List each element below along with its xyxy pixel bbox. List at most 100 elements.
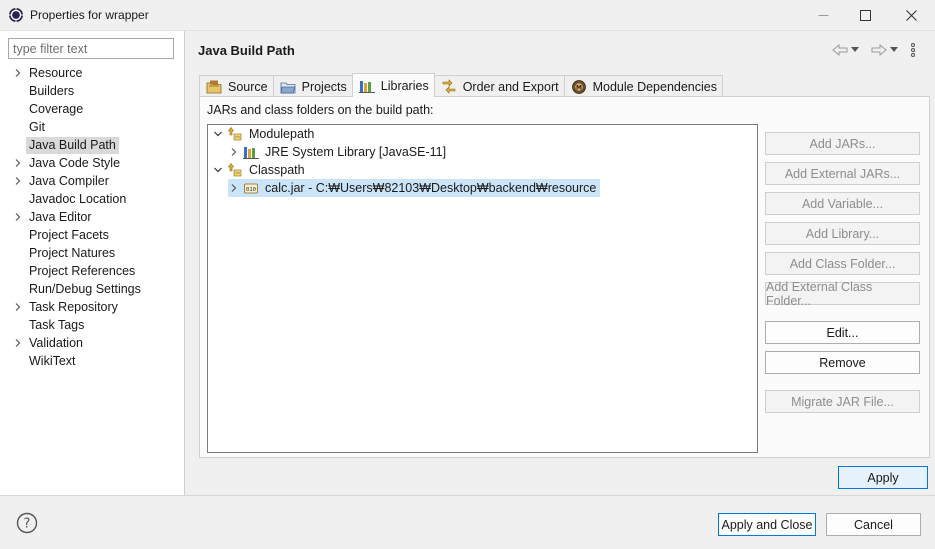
chevron-down-icon[interactable] bbox=[212, 161, 224, 179]
nav-item-java-build-path[interactable]: Java Build Path bbox=[0, 136, 184, 154]
tab-libraries[interactable]: Libraries bbox=[351, 73, 435, 97]
chevron-right-icon[interactable] bbox=[228, 143, 240, 161]
build-path-tree[interactable]: Modulepath JRE System Library [JavaSE-11… bbox=[207, 124, 758, 453]
minimize-icon bbox=[818, 15, 828, 16]
add-variable-button[interactable]: Add Variable... bbox=[765, 192, 920, 215]
tab-projects[interactable]: Projects bbox=[272, 75, 353, 97]
nav-item-label: Java Compiler bbox=[29, 174, 109, 188]
module-dependencies-icon: M bbox=[571, 79, 586, 94]
nav-item-resource[interactable]: Resource bbox=[0, 64, 184, 82]
nav-item-project-facets[interactable]: Project Facets bbox=[0, 226, 184, 244]
nav-item-javadoc-location[interactable]: Javadoc Location bbox=[0, 190, 184, 208]
tab-source[interactable]: Source bbox=[199, 75, 274, 97]
nav-item-label: Git bbox=[29, 120, 45, 134]
remove-button[interactable]: Remove bbox=[765, 351, 920, 374]
apply-and-close-button[interactable]: Apply and Close bbox=[718, 513, 816, 536]
nav-item-java-editor[interactable]: Java Editor bbox=[0, 208, 184, 226]
tab-module-dependencies-label: Module Dependencies bbox=[592, 79, 717, 94]
nav-item-git[interactable]: Git bbox=[0, 118, 184, 136]
chevron-right-icon[interactable] bbox=[228, 179, 240, 197]
page-title: Java Build Path bbox=[198, 43, 295, 58]
tree-node-calc-jar[interactable]: 010 calc.jar - C:₩Users₩82103₩Desktop₩ba… bbox=[228, 179, 601, 197]
chevron-down-icon[interactable] bbox=[212, 125, 224, 143]
nav-item-label: WikiText bbox=[29, 354, 76, 368]
filter-input[interactable] bbox=[8, 38, 174, 59]
add-class-folder-button[interactable]: Add Class Folder... bbox=[765, 252, 920, 275]
nav-item-project-references[interactable]: Project References bbox=[0, 262, 184, 280]
nav-item-task-repository[interactable]: Task Repository bbox=[0, 298, 184, 316]
chevron-right-icon[interactable] bbox=[13, 334, 23, 352]
close-icon bbox=[905, 10, 917, 21]
nav-item-label: Task Tags bbox=[29, 318, 85, 332]
tab-order-and-export[interactable]: Order and Export bbox=[433, 75, 565, 97]
chevron-right-icon[interactable] bbox=[13, 64, 23, 82]
nav-item-project-natures[interactable]: Project Natures bbox=[0, 244, 184, 262]
dialog-footer: ? Apply and Close Cancel bbox=[0, 495, 935, 549]
build-path-tabs: Source Projects Libraries Order and Expo… bbox=[199, 73, 930, 458]
tree-node-label: calc.jar - C:₩Users₩82103₩Desktop₩backen… bbox=[265, 181, 597, 195]
nav-item-label: Java Editor bbox=[29, 210, 92, 224]
nav-item-coverage[interactable]: Coverage bbox=[0, 100, 184, 118]
add-external-jars-button[interactable]: Add External JARs... bbox=[765, 162, 920, 185]
close-button[interactable] bbox=[888, 0, 934, 31]
migrate-jar-button[interactable]: Migrate JAR File... bbox=[765, 390, 920, 413]
chevron-right-icon[interactable] bbox=[13, 298, 23, 316]
back-menu-chevron-icon[interactable] bbox=[851, 47, 859, 53]
back-arrow-icon[interactable] bbox=[832, 44, 848, 56]
svg-text:M: M bbox=[576, 84, 582, 91]
nav-item-label: Coverage bbox=[29, 102, 84, 116]
chevron-right-icon[interactable] bbox=[13, 154, 23, 172]
nav-item-label: Builders bbox=[29, 84, 75, 98]
jre-library-icon bbox=[243, 147, 259, 159]
edit-button[interactable]: Edit... bbox=[765, 321, 920, 344]
container-icon bbox=[227, 126, 242, 141]
nav-item-label: Project Natures bbox=[29, 246, 116, 260]
nav-item-run-debug-settings[interactable]: Run/Debug Settings bbox=[0, 280, 184, 298]
tab-source-label: Source bbox=[228, 79, 268, 94]
nav-item-label: Resource bbox=[29, 66, 83, 80]
tree-node-jre-system-library[interactable]: JRE System Library [JavaSE-11] bbox=[228, 143, 448, 161]
more-options-icon[interactable] bbox=[910, 43, 916, 57]
forward-menu-chevron-icon[interactable] bbox=[890, 47, 898, 53]
nav-item-label: Project Facets bbox=[29, 228, 109, 242]
minimize-button[interactable] bbox=[800, 0, 846, 31]
tree-node-modulepath[interactable]: Modulepath bbox=[212, 125, 316, 143]
tab-order-and-export-label: Order and Export bbox=[462, 79, 559, 94]
tree-node-classpath[interactable]: Classpath bbox=[212, 161, 307, 179]
cancel-button[interactable]: Cancel bbox=[826, 513, 921, 536]
preference-tree-panel: Resource Builders Coverage Git Java Build Pa… bbox=[0, 31, 185, 495]
tree-node-label: JRE System Library [JavaSE-11] bbox=[265, 145, 447, 159]
history-nav bbox=[832, 41, 916, 59]
maximize-button[interactable] bbox=[842, 0, 888, 31]
nav-item-builders[interactable]: Builders bbox=[0, 82, 184, 100]
nav-item-java-compiler[interactable]: Java Compiler bbox=[0, 172, 184, 190]
tab-module-dependencies[interactable]: M Module Dependencies bbox=[563, 75, 723, 97]
chevron-right-icon[interactable] bbox=[13, 208, 23, 226]
nav-item-wikitext[interactable]: WikiText bbox=[0, 352, 184, 370]
properties-page: Java Build Path Source Projects Librarie… bbox=[186, 31, 935, 495]
add-library-button[interactable]: Add Library... bbox=[765, 222, 920, 245]
add-jars-button[interactable]: Add JARs... bbox=[765, 132, 920, 155]
container-icon bbox=[227, 162, 242, 177]
nav-item-java-code-style[interactable]: Java Code Style bbox=[0, 154, 184, 172]
help-icon[interactable]: ? bbox=[16, 512, 38, 534]
svg-text:010: 010 bbox=[246, 187, 256, 193]
add-external-class-folder-button[interactable]: Add External Class Folder... bbox=[765, 280, 920, 308]
libraries-icon bbox=[358, 80, 375, 93]
tree-node-label: Modulepath bbox=[249, 127, 315, 141]
build-path-heading: JARs and class folders on the build path… bbox=[207, 103, 434, 117]
nav-item-task-tags[interactable]: Task Tags bbox=[0, 316, 184, 334]
forward-arrow-icon[interactable] bbox=[871, 44, 887, 56]
title-bar: Properties for wrapper bbox=[0, 0, 935, 31]
nav-item-label: Validation bbox=[29, 336, 83, 350]
chevron-right-icon[interactable] bbox=[13, 172, 23, 190]
nav-item-label: Task Repository bbox=[29, 300, 118, 314]
nav-item-validation[interactable]: Validation bbox=[0, 334, 184, 352]
nav-item-label: Project References bbox=[29, 264, 136, 278]
source-folder-icon bbox=[206, 80, 222, 93]
eclipse-icon bbox=[8, 7, 24, 23]
libraries-tab-content: JARs and class folders on the build path… bbox=[199, 96, 930, 458]
apply-button[interactable]: Apply bbox=[838, 466, 928, 489]
nav-item-label: Java Build Path bbox=[26, 137, 119, 154]
preference-list: Resource Builders Coverage Git Java Build Pa… bbox=[0, 64, 184, 370]
